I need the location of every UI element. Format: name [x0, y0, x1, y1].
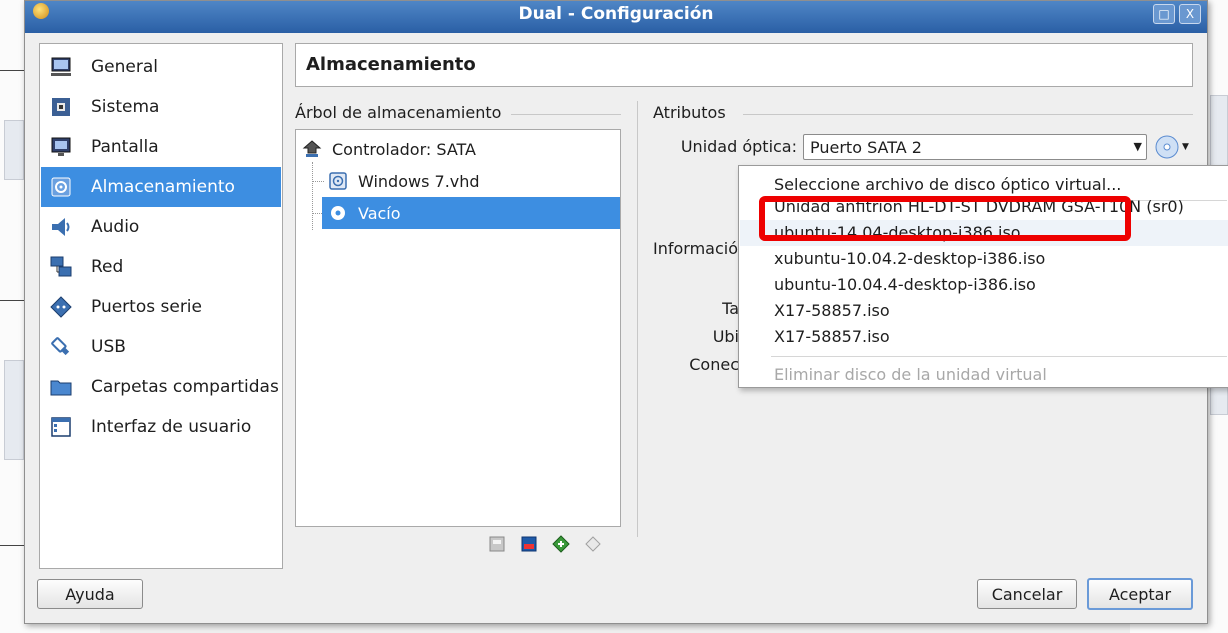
sidebar-item-interfaz-de-usuario[interactable]: Interfaz de usuario	[41, 407, 281, 447]
network-icon	[49, 255, 73, 279]
sidebar-item-sistema[interactable]: Sistema	[41, 87, 281, 127]
background-thumbnail	[4, 120, 24, 180]
optical-disc-icon	[1155, 135, 1179, 159]
hard-disk-icon	[328, 171, 348, 191]
folder-icon	[49, 375, 73, 399]
accept-button[interactable]: Aceptar	[1087, 578, 1193, 610]
sidebar-item-label: Interfaz de usuario	[91, 417, 252, 437]
usb-icon	[49, 335, 73, 359]
sidebar-item-general[interactable]: General	[41, 47, 281, 87]
background-line	[0, 545, 24, 546]
tree-item-empty-drive[interactable]: Vacío	[322, 197, 620, 229]
information-title: Informació	[653, 239, 738, 258]
optical-drive-label: Unidad óptica:	[680, 137, 797, 156]
help-button[interactable]: Ayuda	[37, 579, 143, 609]
divider	[511, 114, 621, 115]
controller-label: Controlador: SATA	[332, 139, 476, 159]
sidebar-item-audio[interactable]: Audio	[41, 207, 281, 247]
sidebar-item-label: Puertos serie	[91, 297, 202, 317]
tree-connector	[312, 162, 313, 230]
sidebar-item-label: Pantalla	[91, 137, 159, 157]
divider	[637, 101, 638, 537]
optical-drive-select[interactable]: Puerto SATA 2 ▼	[803, 134, 1147, 160]
sidebar-item-label: Audio	[91, 217, 140, 237]
display-icon	[49, 135, 73, 159]
title-bar[interactable]: Dual - Configuración □ X	[25, 1, 1207, 33]
background-thumbnail	[4, 360, 24, 460]
remove-attachment-icon[interactable]	[519, 534, 539, 554]
menu-item-iso[interactable]: ubuntu-10.04.4-desktop-i386.iso	[740, 272, 1228, 298]
sidebar-item-red[interactable]: Red	[41, 247, 281, 287]
highlight-annotation	[759, 196, 1131, 241]
tree-item-disk[interactable]: Windows 7.vhd	[328, 165, 480, 197]
storage-tree-title: Árbol de almacenamiento	[295, 103, 502, 122]
tree-connector	[312, 181, 324, 182]
menu-item-iso[interactable]: X17-58857.iso	[740, 324, 1228, 350]
choose-disc-button[interactable]: ▼	[1155, 132, 1191, 162]
storage-tree[interactable]: Controlador: SATA Windows 7.vhd Vacío	[295, 129, 621, 527]
sidebar-item-puertos-serie[interactable]: Puertos serie	[41, 287, 281, 327]
sidebar-item-pantalla[interactable]: Pantalla	[41, 127, 281, 167]
chevron-down-icon: ▼	[1133, 140, 1142, 153]
background-line	[0, 300, 24, 301]
sidebar-item-label: Red	[91, 257, 124, 277]
chevron-down-icon: ▼	[1182, 142, 1189, 152]
maximize-button[interactable]: □	[1153, 4, 1175, 24]
tree-item-label: Windows 7.vhd	[358, 171, 480, 191]
divider	[743, 114, 1193, 115]
serial-port-icon	[49, 295, 73, 319]
monitor-icon	[49, 55, 73, 79]
location-label: Ubi	[712, 327, 739, 346]
size-label: Ta	[722, 299, 739, 318]
menu-separator	[771, 356, 1227, 357]
background-line	[0, 70, 24, 71]
window-icon	[49, 415, 73, 439]
sidebar-item-carpetas-compartidas[interactable]: Carpetas compartidas	[41, 367, 281, 407]
sidebar-item-label: USB	[91, 337, 126, 357]
add-controller-icon[interactable]	[551, 534, 571, 554]
menu-item-iso[interactable]: xubuntu-10.04.2-desktop-i386.iso	[740, 246, 1228, 272]
attributes-title: Atributos	[653, 103, 726, 122]
sidebar-item-almacenamiento[interactable]: Almacenamiento	[41, 167, 281, 207]
remove-controller-icon[interactable]	[583, 534, 603, 554]
tree-item-controller[interactable]: Controlador: SATA	[302, 133, 476, 165]
settings-sidebar: General Sistema Pantalla Almacenamiento …	[39, 43, 283, 569]
close-button[interactable]: X	[1179, 4, 1201, 24]
sidebar-item-label: Carpetas compartidas	[91, 377, 279, 397]
sidebar-item-label: Almacenamiento	[91, 177, 235, 197]
menu-item-remove-disk: Eliminar disco de la unidad virtual	[774, 365, 1047, 384]
section-title: Almacenamiento	[295, 43, 1193, 87]
menu-item-iso[interactable]: X17-58857.iso	[740, 298, 1228, 324]
attached-to-label: Conec	[689, 355, 739, 374]
optical-disc-icon	[328, 203, 348, 223]
tree-item-label: Vacío	[358, 203, 401, 223]
sidebar-item-usb[interactable]: USB	[41, 327, 281, 367]
controller-icon	[302, 139, 322, 159]
chip-icon	[49, 95, 73, 119]
window-title: Dual - Configuración	[518, 4, 714, 24]
storage-icon	[49, 175, 73, 199]
sidebar-item-label: Sistema	[91, 97, 160, 117]
add-attachment-icon[interactable]	[487, 534, 507, 554]
sidebar-item-label: General	[91, 57, 158, 77]
cancel-button[interactable]: Cancelar	[977, 579, 1077, 609]
speaker-icon	[49, 215, 73, 239]
storage-tree-toolbar	[487, 534, 603, 554]
optical-drive-value: Puerto SATA 2	[810, 137, 922, 157]
